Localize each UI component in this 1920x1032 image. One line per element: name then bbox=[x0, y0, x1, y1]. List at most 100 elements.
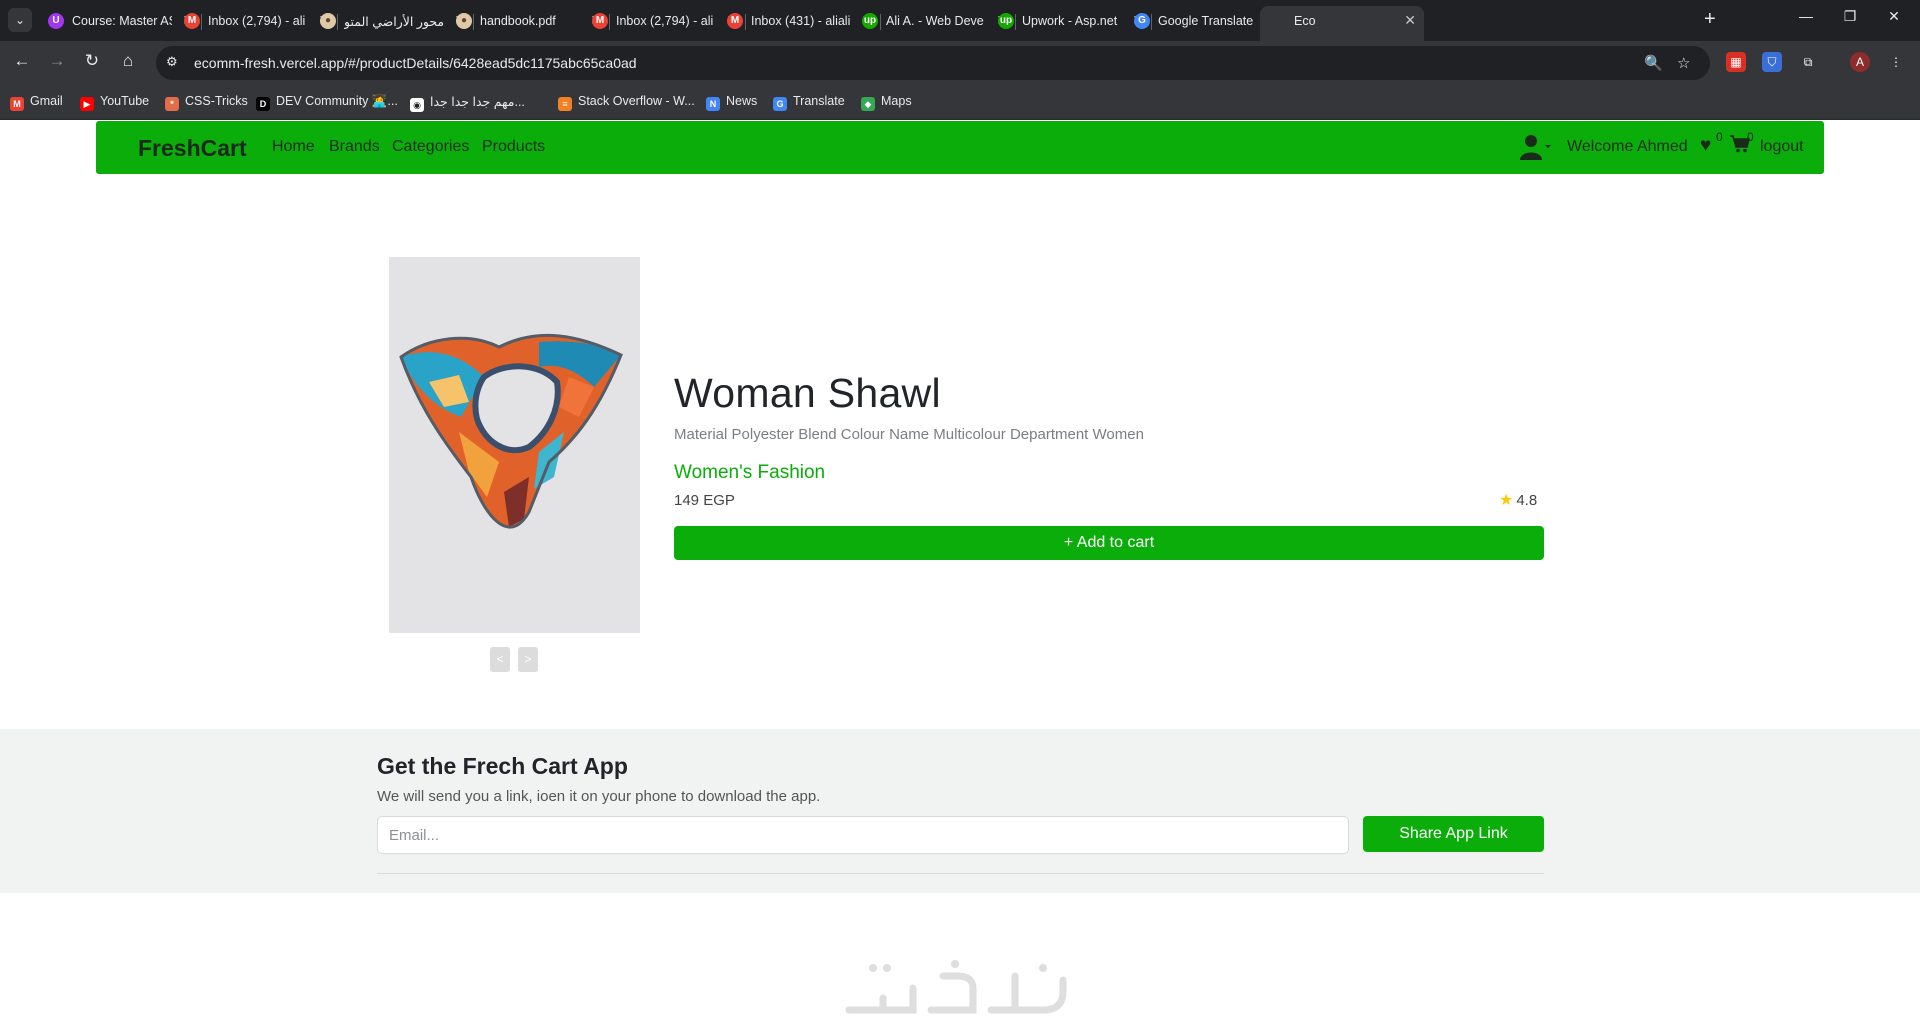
gmail-icon: M bbox=[727, 13, 743, 29]
tab-title: Eco bbox=[1294, 14, 1316, 28]
rating-value: 4.8 bbox=[1516, 492, 1538, 509]
tab-search-button[interactable]: ⌄ bbox=[8, 8, 32, 32]
brand-logo[interactable]: FreshCart bbox=[138, 135, 247, 162]
bookmark-favicon-icon: M bbox=[10, 97, 24, 111]
extension-red-icon[interactable]: ▦ bbox=[1726, 52, 1746, 72]
wishlist-count: 0 bbox=[1716, 130, 1723, 144]
new-tab-button[interactable]: + bbox=[1704, 8, 1716, 31]
nav-link-products[interactable]: Products bbox=[482, 138, 545, 156]
gmail-icon: M bbox=[184, 13, 200, 29]
tab-title: Course: Master AS bbox=[72, 14, 172, 28]
tab-title: Inbox (431) - aliali bbox=[751, 14, 851, 28]
tab-title: Google Translate bbox=[1158, 14, 1254, 28]
bookmark-favicon-icon: G bbox=[773, 97, 787, 111]
page-content: FreshCart Home Brands Categories Product… bbox=[0, 120, 1920, 1032]
nav-link-home[interactable]: Home bbox=[272, 138, 315, 156]
bookmark-favicon-icon: ▶ bbox=[80, 97, 94, 111]
wishlist-heart-icon[interactable]: ♥ bbox=[1700, 135, 1711, 157]
bookmark-favicon-icon: N bbox=[706, 97, 720, 111]
site-info-icon[interactable]: ⚙ bbox=[166, 54, 178, 70]
divider bbox=[377, 873, 1544, 874]
tab-title: Ali A. - Web Deve bbox=[886, 14, 984, 28]
gmail-icon: M bbox=[592, 13, 608, 29]
profile-avatar[interactable]: A bbox=[1850, 52, 1870, 72]
bookmark-label: YouTube bbox=[100, 94, 150, 108]
app-promo-subtitle: We will send you a link, ioen it on your… bbox=[377, 788, 821, 805]
url-text: ecomm-fresh.vercel.app/#/productDetails/… bbox=[194, 55, 637, 71]
watermark-logo bbox=[845, 960, 1067, 1014]
bookmark-favicon-icon: D bbox=[256, 97, 270, 111]
bookmark-favicon-icon: * bbox=[165, 97, 179, 111]
product-title: Woman Shawl bbox=[674, 370, 941, 416]
bookmark-item[interactable]: ▶ YouTube bbox=[80, 94, 149, 111]
bookmark-label: مهم جدا جدا جدا... bbox=[430, 95, 525, 109]
product-description: Material Polyester Blend Colour Name Mul… bbox=[674, 426, 1144, 443]
bookmark-item[interactable]: ◆ Maps bbox=[861, 94, 912, 111]
product-image bbox=[389, 257, 640, 633]
minimize-button[interactable]: — bbox=[1786, 8, 1826, 24]
cart-count: 0 bbox=[1747, 130, 1754, 144]
browser-menu-icon[interactable]: ⋮ bbox=[1886, 52, 1906, 72]
tab-title: محور الأراضي المتو bbox=[344, 15, 444, 29]
bookmark-item[interactable]: ◉ مهم جدا جدا جدا... bbox=[410, 94, 525, 112]
browser-tab[interactable]: Eco ✕ bbox=[1260, 6, 1424, 41]
app-promo-title: Get the Frech Cart App bbox=[377, 753, 628, 779]
upwork-icon: up bbox=[998, 13, 1014, 29]
bookmark-item[interactable]: * CSS-Tricks bbox=[165, 94, 248, 111]
bookmarks-bar: M Gmail ▶ YouTube * CSS-Tricks D DEV Community … bbox=[0, 84, 1920, 120]
back-button[interactable]: ← bbox=[10, 51, 34, 71]
shawl-illustration bbox=[389, 257, 640, 633]
restore-button[interactable]: ❐ bbox=[1830, 8, 1870, 25]
reload-button[interactable]: ↻ bbox=[80, 51, 104, 71]
address-bar[interactable]: ⚙ ecomm-fresh.vercel.app/#/productDetail… bbox=[156, 46, 1710, 80]
star-icon: ★ bbox=[1499, 492, 1514, 509]
zoom-icon[interactable]: 🔍 bbox=[1644, 54, 1663, 72]
bookmark-item[interactable]: D DEV Community 👩‍💻... bbox=[256, 94, 398, 111]
share-app-link-button[interactable]: Share App Link bbox=[1363, 816, 1544, 852]
bookmark-item[interactable]: N News bbox=[706, 94, 757, 111]
bookmark-label: News bbox=[726, 94, 758, 108]
blank-icon bbox=[1270, 13, 1286, 29]
email-input[interactable] bbox=[377, 816, 1349, 854]
product-category: Women's Fashion bbox=[674, 462, 826, 483]
forward-button[interactable]: → bbox=[45, 51, 69, 71]
slider-prev-button[interactable]: < bbox=[490, 647, 510, 672]
user-dropdown-icon[interactable] bbox=[1520, 134, 1552, 160]
close-tab-icon[interactable]: ✕ bbox=[1404, 12, 1416, 29]
browser-tab-strip: ⌄ U Course: Master AS ✕ M Inbox (2,794) - al… bbox=[0, 0, 1920, 41]
tab-title: Inbox (2,794) - ali bbox=[208, 14, 306, 28]
nav-link-brands[interactable]: Brands bbox=[329, 138, 380, 156]
home-button[interactable]: ⌂ bbox=[116, 51, 140, 71]
slider-next-button[interactable]: > bbox=[518, 647, 538, 672]
bookmark-label: Translate bbox=[793, 94, 845, 108]
udemy-icon: U bbox=[48, 13, 64, 29]
site-navbar: FreshCart Home Brands Categories Product… bbox=[96, 121, 1824, 174]
bookmark-star-icon[interactable]: ☆ bbox=[1677, 54, 1690, 72]
bookmark-favicon-icon: ◆ bbox=[861, 97, 875, 111]
logout-link[interactable]: logout bbox=[1760, 138, 1804, 156]
welcome-text: Welcome Ahmed bbox=[1567, 138, 1688, 155]
bookmark-favicon-icon: ≡ bbox=[558, 97, 572, 111]
bookmark-label: Stack Overflow - W... bbox=[578, 94, 695, 108]
bookmark-label: CSS-Tricks bbox=[185, 94, 248, 108]
bookmark-label: Maps bbox=[881, 94, 912, 108]
close-window-button[interactable]: ✕ bbox=[1874, 8, 1914, 25]
bookmark-item[interactable]: ≡ Stack Overflow - W... bbox=[558, 94, 695, 111]
bookmark-item[interactable]: G Translate bbox=[773, 94, 845, 111]
bookmark-label: Gmail bbox=[30, 94, 63, 108]
product-rating: ★ 4.8 bbox=[1499, 490, 1537, 510]
add-to-cart-button[interactable]: + Add to cart bbox=[674, 526, 1544, 560]
product-price: 149 EGP bbox=[674, 492, 735, 509]
app-promo-section: Get the Frech Cart App We will send you … bbox=[0, 729, 1920, 893]
extension-shield-icon[interactable]: ⛉ bbox=[1762, 52, 1782, 72]
tab-title: Inbox (2,794) - ali bbox=[616, 14, 714, 28]
nav-link-categories[interactable]: Categories bbox=[392, 138, 469, 156]
translate-icon: G bbox=[1134, 13, 1150, 29]
tab-title: handbook.pdf bbox=[480, 14, 556, 28]
tab-title: Upwork - Asp.net bbox=[1022, 14, 1118, 28]
upwork-icon: up bbox=[862, 13, 878, 29]
extensions-puzzle-icon[interactable]: ⧉ bbox=[1798, 52, 1818, 72]
bookmark-item[interactable]: M Gmail bbox=[10, 94, 63, 111]
browser-toolbar: ← → ↻ ⌂ ⚙ ecomm-fresh.vercel.app/#/produ… bbox=[0, 41, 1920, 84]
bookmark-favicon-icon: ◉ bbox=[410, 98, 424, 112]
